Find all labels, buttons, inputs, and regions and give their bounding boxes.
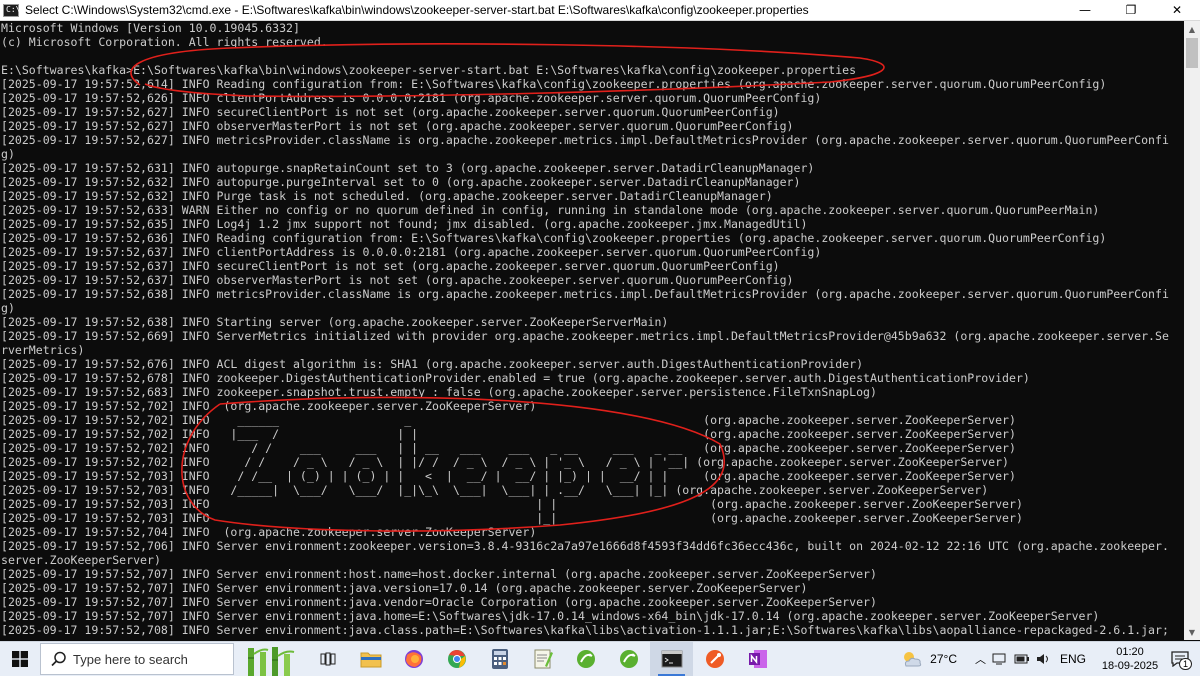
task-view-icon — [320, 652, 335, 666]
console-line: [2025-09-17 19:57:52,703] INFO / /__ | (… — [1, 469, 1016, 483]
command-prompt-icon — [661, 650, 682, 668]
console-line: [2025-09-17 19:57:52,676] INFO ACL diges… — [1, 357, 864, 371]
console-line: [2025-09-17 19:57:52,678] INFO zookeeper… — [1, 371, 1030, 385]
show-hidden-icons-chevron-icon[interactable]: ︿ — [975, 651, 986, 667]
console-line: [2025-09-17 19:57:52,638] INFO Starting … — [1, 315, 669, 329]
taskbar-onenote[interactable] — [736, 642, 779, 676]
taskbar-chrome[interactable] — [435, 642, 478, 676]
taskbar-command-prompt[interactable] — [650, 642, 693, 676]
console-line: [2025-09-17 19:57:52,702] INFO (org.apac… — [1, 399, 537, 413]
minimize-button[interactable]: — — [1062, 0, 1108, 20]
calculator-icon — [491, 649, 508, 669]
taskbar-search-box[interactable]: Type here to search — [40, 643, 234, 675]
console-line: [2025-09-17 19:57:52,702] INFO / / ___ _… — [1, 441, 1016, 455]
vertical-scrollbar[interactable]: ▲ ▼ — [1184, 21, 1200, 640]
start-button[interactable] — [0, 642, 40, 676]
network-icon[interactable] — [992, 652, 1008, 666]
folder-icon — [360, 652, 381, 668]
taskbar-notepad-plus[interactable] — [521, 642, 564, 676]
taskbar-gecko-app-2[interactable] — [607, 642, 650, 676]
console-line: [2025-09-17 19:57:52,637] INFO observerM… — [1, 273, 794, 287]
console-line: [2025-09-17 19:57:52,632] INFO Purge tas… — [1, 189, 773, 203]
taskbar-calculator[interactable] — [478, 642, 521, 676]
console-line: [2025-09-17 19:57:52,704] INFO (org.apac… — [1, 525, 537, 539]
console-line: [2025-09-17 19:57:52,706] INFO Server en… — [1, 539, 1169, 553]
window-controls: — ❐ ✕ — [1062, 0, 1200, 20]
taskbar-file-explorer[interactable] — [349, 642, 392, 676]
weather-partly-cloudy-icon[interactable] — [900, 650, 924, 668]
search-placeholder: Type here to search — [73, 651, 188, 667]
console-line: [2025-09-17 19:57:52,707] INFO Server en… — [1, 567, 877, 581]
cmd-icon: C:\ — [3, 3, 20, 17]
console-output[interactable]: Microsoft Windows [Version 10.0.19045.63… — [0, 21, 1184, 640]
bamboo-decoration-icon — [234, 642, 306, 676]
console-line: [2025-09-17 19:57:52,627] INFO metricsPr… — [1, 133, 1169, 147]
console-line: [2025-09-17 19:57:52,627] INFO secureCli… — [1, 105, 780, 119]
clock-time: 01:20 — [1116, 646, 1144, 658]
notepad-plus-icon — [534, 649, 553, 669]
console-line: [2025-09-17 19:57:52,637] INFO secureCli… — [1, 259, 780, 273]
postman-icon — [705, 650, 724, 668]
gecko-app-icon — [619, 650, 638, 668]
console-line: [2025-09-17 19:57:52,703] INFO /_____| \… — [1, 483, 989, 497]
console-line: [2025-09-17 19:57:52,683] INFO zookeeper… — [1, 385, 877, 399]
notification-center-button[interactable]: 1 — [1160, 642, 1200, 676]
console-line: [2025-09-17 19:57:52,633] WARN Either no… — [1, 203, 1100, 217]
scroll-up-button[interactable]: ▲ — [1184, 21, 1200, 37]
scroll-thumb[interactable] — [1186, 38, 1198, 68]
scroll-down-button[interactable]: ▼ — [1184, 624, 1200, 640]
console-line: server.ZooKeeperServer) — [1, 553, 161, 567]
taskbar-firefox[interactable] — [392, 642, 435, 676]
taskbar-gecko-app-1[interactable] — [564, 642, 607, 676]
console-line: [2025-09-17 19:57:52,707] INFO Server en… — [1, 595, 877, 609]
console-line: [2025-09-17 19:57:52,669] INFO ServerMet… — [1, 329, 1169, 343]
onenote-icon — [748, 650, 767, 668]
console-line: [2025-09-17 19:57:52,637] INFO clientPor… — [1, 245, 822, 259]
console-line: [2025-09-17 19:57:52,638] INFO metricsPr… — [1, 287, 1169, 301]
firefox-icon — [404, 650, 423, 668]
console-line: (c) Microsoft Corporation. All rights re… — [1, 35, 328, 49]
close-button[interactable]: ✕ — [1154, 0, 1200, 20]
console-line: [2025-09-17 19:57:52,707] INFO Server en… — [1, 609, 1100, 623]
windows-logo-icon — [12, 651, 28, 667]
console-line: [2025-09-17 19:57:52,703] INFO | | (org.… — [1, 497, 1023, 511]
taskbar-clock[interactable]: 01:20 18-09-2025 — [1100, 645, 1160, 673]
console-line: [2025-09-17 19:57:52,707] INFO Server en… — [1, 581, 808, 595]
console-line: [2025-09-17 19:57:52,614] INFO Reading c… — [1, 77, 1107, 91]
console-line: E:\Softwares\kafka>E:\Softwares\kafka\bi… — [1, 63, 857, 77]
maximize-button[interactable]: ❐ — [1108, 0, 1154, 20]
console-line: g) — [1, 301, 15, 315]
window-titlebar[interactable]: C:\ Select C:\Windows\System32\cmd.exe -… — [0, 0, 1200, 21]
console-line: [2025-09-17 19:57:52,702] INFO |___ / | … — [1, 427, 1016, 441]
notification-count-badge: 1 — [1178, 658, 1192, 670]
console-line: [2025-09-17 19:57:52,627] INFO observerM… — [1, 119, 794, 133]
volume-icon[interactable] — [1036, 652, 1052, 666]
taskbar: Type here to search 27°C ︿ ENG 01:20 18-… — [0, 641, 1200, 676]
battery-icon[interactable] — [1014, 652, 1030, 666]
console-line: [2025-09-17 19:57:52,636] INFO Reading c… — [1, 231, 1107, 245]
console-line: [2025-09-17 19:57:52,702] INFO ______ _ … — [1, 413, 1016, 427]
clock-date: 18-09-2025 — [1101, 660, 1159, 672]
system-tray: 27°C ︿ ENG 01:20 18-09-2025 1 — [900, 642, 1200, 676]
weather-temperature: 27°C — [930, 652, 957, 666]
search-icon — [51, 651, 66, 667]
console-line: g) — [1, 147, 15, 161]
console-line: [2025-09-17 19:57:52,632] INFO autopurge… — [1, 175, 801, 189]
console-line: [2025-09-17 19:57:52,635] INFO Log4j 1.2… — [1, 217, 808, 231]
taskbar-postman[interactable] — [693, 642, 736, 676]
gecko-app-icon — [576, 650, 595, 668]
console-line: [2025-09-17 19:57:52,626] INFO clientPor… — [1, 91, 822, 105]
console-line: [2025-09-17 19:57:52,703] INFO |_| (org.… — [1, 511, 1023, 525]
console-text: Microsoft Windows [Version 10.0.19045.63… — [0, 21, 1184, 637]
console-line: [2025-09-17 19:57:52,708] INFO Server en… — [1, 623, 1169, 637]
console-line: Microsoft Windows [Version 10.0.19045.63… — [1, 21, 300, 35]
window-title: Select C:\Windows\System32\cmd.exe - E:\… — [25, 3, 809, 17]
console-line: [2025-09-17 19:57:52,702] INFO / / / _ \… — [1, 455, 1010, 469]
chrome-icon — [447, 650, 466, 668]
input-language[interactable]: ENG — [1060, 652, 1086, 666]
task-view-button[interactable] — [306, 642, 349, 676]
console-line: rverMetrics) — [1, 343, 85, 357]
console-line: [2025-09-17 19:57:52,631] INFO autopurge… — [1, 161, 815, 175]
